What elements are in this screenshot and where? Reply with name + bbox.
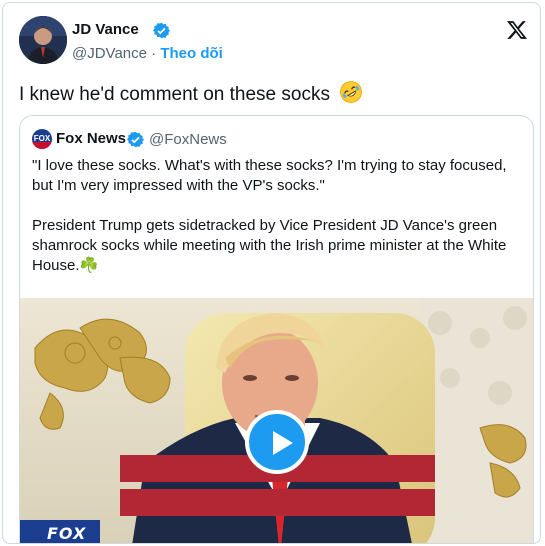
- verified-badge-icon: [153, 22, 170, 39]
- video-thumbnail[interactable]: FOX: [20, 298, 533, 543]
- quoted-paragraph-2: President Trump gets sidetracked by Vice…: [32, 217, 507, 274]
- author-avatar[interactable]: [19, 16, 67, 64]
- follow-button[interactable]: Theo dõi: [160, 45, 223, 62]
- tweet-card: JD Vance @JDVance · Theo dõi I knew he'd…: [2, 2, 541, 544]
- quoted-verified-badge-icon: [127, 131, 144, 148]
- author-handle-line: @JDVance · Theo dõi: [72, 45, 223, 62]
- quoted-author-name[interactable]: Fox News: [56, 130, 126, 147]
- tweet-text: I knew he'd comment on these socks: [19, 80, 363, 110]
- svg-text:FOX: FOX: [34, 134, 51, 143]
- quoted-tweet[interactable]: FOX Fox News @FoxNews "I love these sock…: [19, 115, 534, 543]
- play-button-icon[interactable]: [245, 410, 309, 474]
- fox-channel-bug: FOX: [47, 524, 87, 543]
- x-logo-icon[interactable]: [506, 19, 528, 41]
- tweet-text-content: I knew he'd comment on these socks: [19, 84, 330, 106]
- author-handle[interactable]: @JDVance: [72, 45, 147, 62]
- quoted-paragraph-1: "I love these socks. What's with these s…: [32, 157, 507, 194]
- handle-separator: ·: [146, 45, 161, 62]
- fox-news-logo-icon[interactable]: FOX: [32, 129, 52, 149]
- rolling-on-floor-laughing-emoji-icon: [339, 80, 363, 110]
- quoted-tweet-text: "I love these socks. What's with these s…: [32, 156, 522, 296]
- quoted-author-handle[interactable]: @FoxNews: [149, 131, 227, 148]
- author-name[interactable]: JD Vance: [72, 21, 139, 38]
